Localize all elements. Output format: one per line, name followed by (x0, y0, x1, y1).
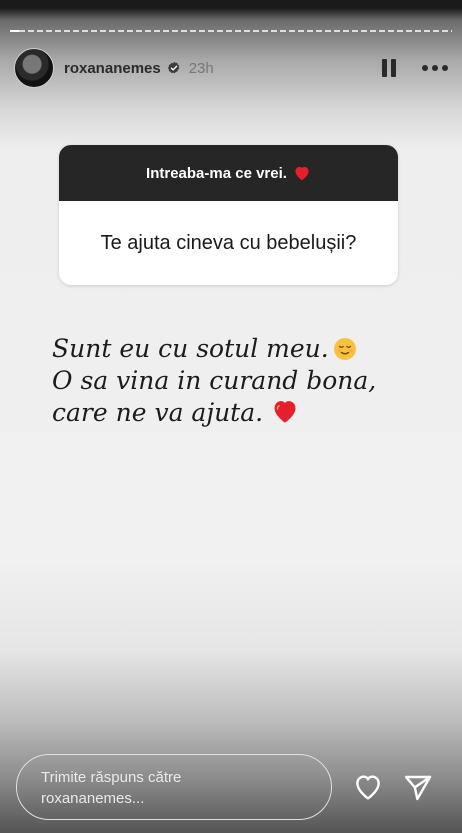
story-background: roxananemes 23h Intreaba-ma ce vrei. Te … (0, 0, 462, 833)
reply-placeholder-line-2: roxananemes... (41, 790, 145, 807)
question-prompt: Intreaba-ma ce vrei. (59, 145, 398, 201)
answer-text-block: Sunt eu cu sotul meu. O sa vina in curan… (52, 333, 432, 429)
relieved-face-emoji-icon (333, 338, 356, 360)
more-options-icon[interactable] (422, 65, 448, 71)
question-sticker: Intreaba-ma ce vrei. Te ajuta cineva cu … (59, 145, 398, 285)
heart-emoji-icon (274, 401, 296, 423)
heart-emoji-icon (295, 166, 309, 181)
answer-line-3: care ne va ajuta. (52, 397, 432, 429)
story-progress-fill (10, 30, 19, 32)
question-prompt-text: Intreaba-ma ce vrei. (146, 164, 287, 182)
reply-input[interactable]: Trimite răspuns către roxananemes... (16, 754, 332, 820)
username[interactable]: roxananemes (64, 60, 161, 77)
heart-icon[interactable] (352, 771, 384, 803)
post-time: 23h (188, 59, 214, 77)
avatar[interactable] (14, 48, 54, 88)
answer-line-1: Sunt eu cu sotul meu. (52, 333, 432, 365)
story-progress-bar (10, 30, 452, 32)
pause-icon[interactable] (382, 59, 396, 77)
story-header: roxananemes 23h (14, 48, 448, 88)
question-text: Te ajuta cineva cu bebelușii? (100, 231, 357, 254)
answer-line-2: O sa vina in curand bona, (52, 366, 377, 395)
verified-badge-icon (167, 61, 179, 74)
reply-placeholder-line-1: Trimite răspuns către (41, 769, 182, 786)
send-icon[interactable] (402, 771, 434, 803)
